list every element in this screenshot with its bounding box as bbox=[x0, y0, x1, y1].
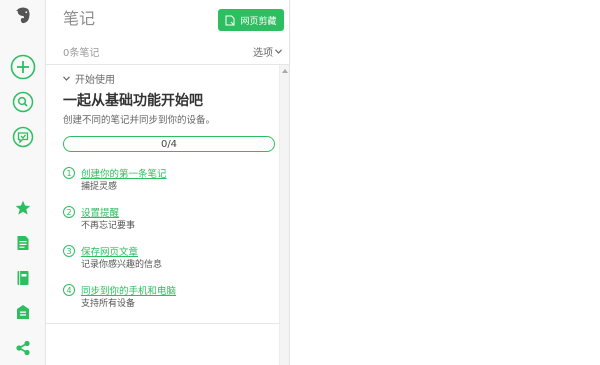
search-icon bbox=[12, 91, 34, 113]
notes-list-panel: 笔记 网页剪藏 0条笔记 选项 开始使用 一起从基础功能开始吧 创建不同的笔记并… bbox=[46, 0, 290, 365]
step-number: 2 bbox=[63, 206, 75, 218]
getting-started-heading: 一起从基础功能开始吧 bbox=[63, 93, 203, 109]
getting-started-subheading: 创建不同的笔记并同步到你的设备。 bbox=[63, 115, 216, 126]
step-link-save-web-article[interactable]: 保存网页文章 bbox=[81, 244, 138, 258]
chevron-down-icon bbox=[275, 49, 282, 54]
step-description: 支持所有设备 bbox=[81, 299, 136, 309]
notebooks-button[interactable] bbox=[0, 268, 46, 288]
shared-icon bbox=[17, 305, 29, 319]
options-label: 选项 bbox=[253, 48, 273, 59]
star-icon bbox=[15, 200, 31, 215]
clip-icon bbox=[225, 15, 235, 25]
header-divider bbox=[46, 64, 290, 65]
progress-bar: 0/4 bbox=[63, 136, 275, 152]
step-item: 4 同步到你的手机和电脑 支持所有设备 bbox=[63, 284, 273, 314]
step-description: 不再忘记要事 bbox=[81, 221, 136, 231]
chevron-down-icon bbox=[63, 76, 70, 81]
note-editor-area[interactable] bbox=[290, 0, 600, 365]
search-button[interactable] bbox=[0, 90, 46, 114]
getting-started-label: 开始使用 bbox=[75, 75, 115, 86]
step-link-create-note[interactable]: 创建你的第一条笔记 bbox=[81, 166, 167, 180]
share-network-icon bbox=[16, 340, 30, 356]
notes-list-scrollbar[interactable] bbox=[279, 65, 289, 365]
options-dropdown[interactable]: 选项 bbox=[253, 44, 282, 59]
step-link-set-reminder[interactable]: 设置提醒 bbox=[81, 205, 119, 219]
step-item: 3 保存网页文章 记录你感兴趣的信息 bbox=[63, 245, 273, 275]
step-description: 捕捉灵感 bbox=[81, 182, 118, 192]
step-link-sync-devices[interactable]: 同步到你的手机和电脑 bbox=[81, 283, 176, 297]
progress-text: 0/4 bbox=[160, 138, 178, 150]
work-chat-button[interactable] bbox=[0, 125, 46, 149]
step-number: 1 bbox=[63, 167, 75, 179]
scroll-up-arrow[interactable] bbox=[282, 69, 288, 73]
step-item: 2 设置提醒 不再忘记要事 bbox=[63, 206, 273, 236]
shortcuts-button[interactable] bbox=[0, 198, 46, 218]
step-item: 1 创建你的第一条笔记 捕捉灵感 bbox=[63, 167, 273, 197]
notebook-icon bbox=[17, 271, 29, 285]
explore-button[interactable] bbox=[0, 338, 46, 358]
web-clipper-button[interactable]: 网页剪藏 bbox=[218, 9, 284, 31]
plus-circle-icon bbox=[10, 54, 36, 80]
panel-title: 笔记 bbox=[63, 9, 96, 28]
card-divider bbox=[46, 323, 290, 324]
step-number: 3 bbox=[63, 245, 75, 257]
notes-button[interactable] bbox=[0, 233, 46, 253]
step-description: 记录你感兴趣的信息 bbox=[81, 260, 163, 270]
step-number: 4 bbox=[63, 284, 75, 296]
work-chat-icon bbox=[12, 126, 34, 148]
notes-icon bbox=[17, 236, 29, 250]
shared-button[interactable] bbox=[0, 302, 46, 322]
evernote-window: 笔记 网页剪藏 0条笔记 选项 开始使用 一起从基础功能开始吧 创建不同的笔记并… bbox=[0, 0, 600, 365]
icon-sidebar bbox=[0, 0, 46, 365]
new-note-button[interactable] bbox=[0, 53, 46, 81]
web-clipper-label: 网页剪藏 bbox=[240, 16, 277, 27]
note-count: 0条笔记 bbox=[63, 48, 100, 59]
getting-started-toggle[interactable]: 开始使用 bbox=[63, 71, 115, 86]
evernote-logo-icon[interactable] bbox=[0, 4, 46, 26]
